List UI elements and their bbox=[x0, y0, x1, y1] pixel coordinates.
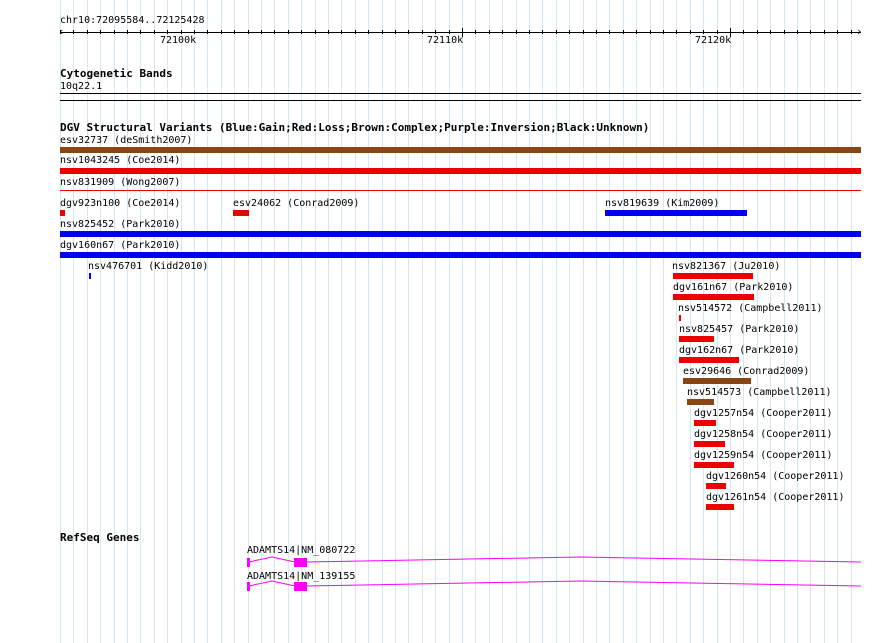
ruler-minor-tick bbox=[422, 30, 423, 34]
ruler-minor-tick bbox=[449, 30, 450, 34]
ruler-minor-tick bbox=[583, 30, 584, 34]
ruler-minor-tick bbox=[824, 30, 825, 34]
ruler-minor-tick bbox=[529, 30, 530, 34]
ruler-minor-tick bbox=[502, 30, 503, 34]
gene-exon bbox=[294, 558, 307, 567]
ruler-minor-tick bbox=[663, 30, 664, 34]
ruler-minor-tick bbox=[355, 30, 356, 34]
ruler-minor-tick bbox=[328, 30, 329, 34]
ruler-minor-tick bbox=[382, 30, 383, 34]
ruler-minor-tick bbox=[60, 30, 61, 34]
ruler-minor-tick bbox=[301, 30, 302, 34]
ruler-minor-tick bbox=[556, 30, 557, 34]
ruler-minor-tick bbox=[395, 30, 396, 34]
ruler-minor-tick bbox=[341, 30, 342, 34]
ruler-minor-tick bbox=[851, 30, 852, 34]
ruler-minor-tick bbox=[127, 30, 128, 34]
ruler-minor-tick bbox=[516, 30, 517, 34]
ruler-minor-tick bbox=[315, 30, 316, 34]
ruler-minor-tick bbox=[207, 30, 208, 34]
ruler-minor-tick bbox=[114, 30, 115, 34]
ruler-minor-tick bbox=[810, 30, 811, 34]
ruler-minor-tick bbox=[569, 30, 570, 34]
ruler-minor-tick bbox=[743, 30, 744, 34]
ruler-minor-tick bbox=[797, 30, 798, 34]
ruler-minor-tick bbox=[636, 30, 637, 34]
ruler-minor-tick bbox=[717, 30, 718, 34]
gene-models bbox=[247, 556, 862, 591]
ruler-minor-tick bbox=[288, 30, 289, 34]
ruler-minor-tick bbox=[475, 30, 476, 34]
ruler-minor-tick bbox=[837, 30, 838, 34]
ruler-minor-tick bbox=[542, 30, 543, 34]
ruler-minor-tick bbox=[784, 30, 785, 34]
ruler-minor-tick bbox=[87, 30, 88, 34]
ruler-minor-tick bbox=[489, 30, 490, 34]
ruler-minor-tick bbox=[690, 30, 691, 34]
ruler-minor-tick bbox=[650, 30, 651, 34]
ruler-minor-tick bbox=[703, 30, 704, 34]
ruler-minor-tick bbox=[435, 30, 436, 34]
ruler-minor-tick bbox=[757, 30, 758, 34]
ruler-minor-tick bbox=[140, 30, 141, 34]
gene-exon bbox=[247, 582, 250, 591]
ruler-major-tick bbox=[730, 28, 731, 37]
ruler-minor-tick bbox=[770, 30, 771, 34]
ruler-minor-tick bbox=[368, 30, 369, 34]
gene-exon bbox=[294, 582, 307, 591]
ruler-minor-tick bbox=[261, 30, 262, 34]
ruler-minor-tick bbox=[194, 30, 195, 34]
ruler-minor-tick bbox=[248, 30, 249, 34]
ruler-minor-tick bbox=[181, 30, 182, 34]
genome-browser-canvas: chr10:72095584..72125428 ‹ › 72100k 7211… bbox=[0, 0, 890, 643]
ruler-minor-tick bbox=[167, 30, 168, 34]
ruler-minor-tick bbox=[154, 30, 155, 34]
ruler-minor-tick bbox=[274, 30, 275, 34]
ruler-minor-tick bbox=[676, 30, 677, 34]
gene-model-nm-139155[interactable] bbox=[247, 580, 862, 591]
ruler-minor-tick bbox=[408, 30, 409, 34]
ruler-minor-tick bbox=[100, 30, 101, 34]
ruler-major-tick bbox=[462, 28, 463, 37]
ruler-minor-tick bbox=[623, 30, 624, 34]
ruler-minor-tick bbox=[221, 30, 222, 34]
gene-exon bbox=[247, 558, 250, 567]
ruler-minor-tick bbox=[596, 30, 597, 34]
ruler-minor-tick bbox=[609, 30, 610, 34]
ruler-minor-tick bbox=[73, 30, 74, 34]
ruler-minor-tick bbox=[234, 30, 235, 34]
gene-model-nm-080722[interactable] bbox=[247, 556, 862, 567]
